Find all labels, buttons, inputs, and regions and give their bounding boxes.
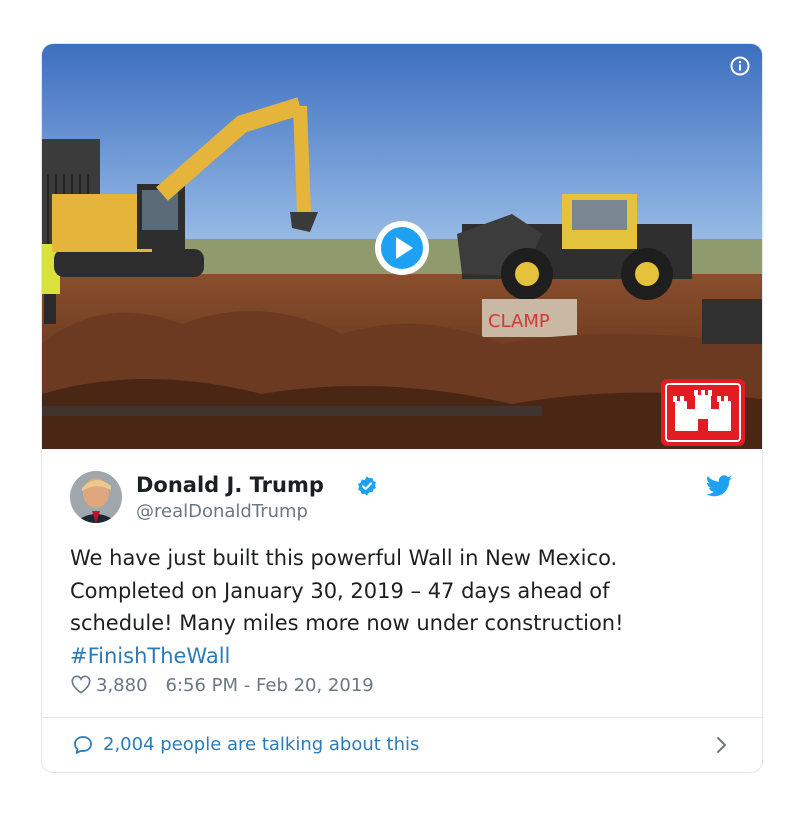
- tweet-header: Donald J. Trump @realDonaldTrump: [70, 471, 734, 527]
- tweet-line: Completed on January 30, 2019 – 47 days …: [70, 578, 610, 603]
- clamp-sign-text: CLAMP: [488, 311, 550, 332]
- castle-logo: [661, 379, 745, 446]
- author-name[interactable]: Donald J. Trump: [136, 473, 324, 497]
- heart-icon[interactable]: [70, 674, 92, 694]
- conversation-link[interactable]: 2,004 people are talking about this: [42, 718, 762, 772]
- avatar[interactable]: [70, 471, 122, 523]
- talking-count-text: 2,004 people are talking about this: [103, 734, 420, 755]
- author-handle[interactable]: @realDonaldTrump: [136, 501, 308, 522]
- info-icon[interactable]: [730, 56, 750, 76]
- verified-badge-icon: [358, 476, 376, 496]
- tweet-line: schedule! Many miles more now under cons…: [70, 611, 624, 635]
- embedded-tweet-card: CLAMP Donald J. Trump @realDonaldTrump W…: [41, 43, 763, 773]
- avatar-image: [70, 471, 122, 523]
- tweet-meta: 3,880 6:56 PM - Feb 20, 2019: [70, 674, 374, 700]
- video-player[interactable]: CLAMP: [42, 44, 762, 449]
- speech-bubble-icon: [74, 736, 92, 754]
- tweet-body: We have just built this powerful Wall in…: [70, 542, 734, 672]
- play-icon[interactable]: [373, 219, 431, 277]
- tweet-line: We have just built this powerful Wall in…: [70, 546, 618, 570]
- tweet-timestamp[interactable]: 6:56 PM - Feb 20, 2019: [166, 675, 374, 696]
- like-count[interactable]: 3,880: [96, 675, 148, 696]
- tweet-line-hashtag: #FinishTheWall: [70, 640, 734, 673]
- twitter-bird-icon[interactable]: [706, 475, 732, 497]
- chevron-right-icon: [717, 737, 726, 753]
- hashtag-link[interactable]: #FinishTheWall: [70, 644, 230, 668]
